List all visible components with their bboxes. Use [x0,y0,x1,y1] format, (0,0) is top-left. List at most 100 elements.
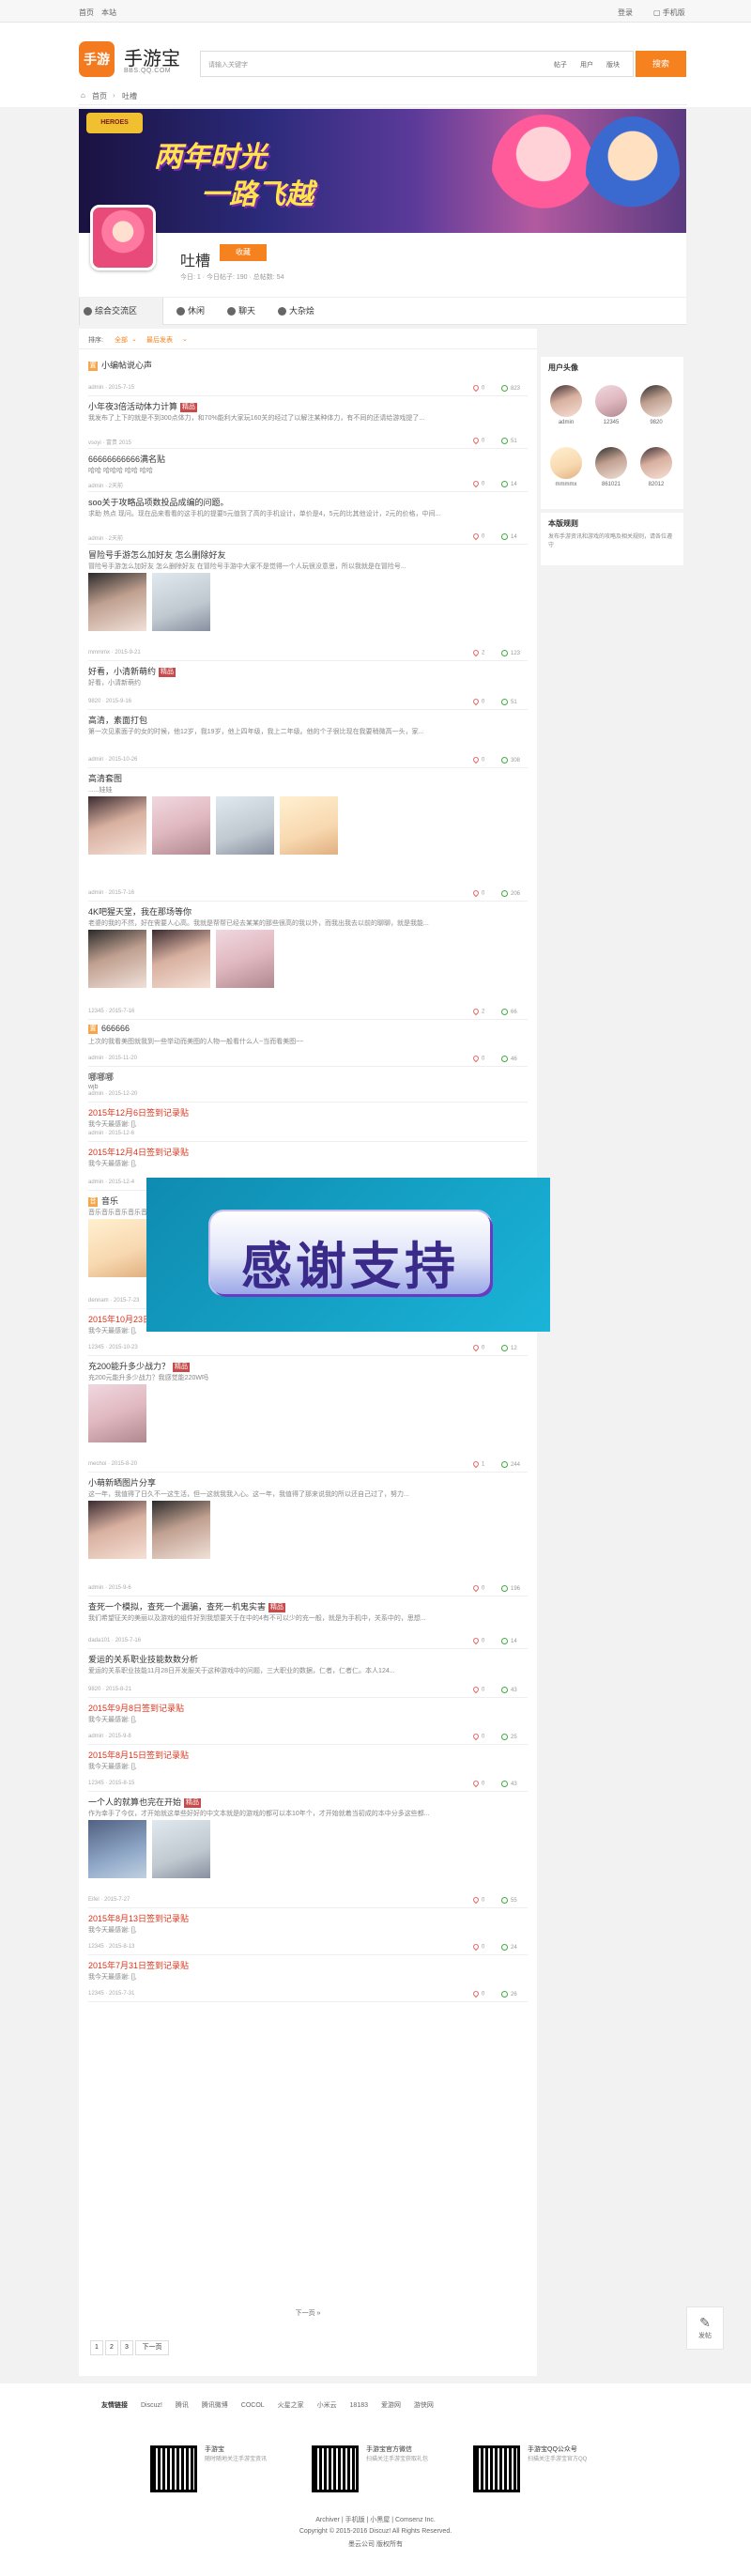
thread-title-text[interactable]: 冒险号手游怎么加好友 怎么删除好友 [88,550,226,560]
tab-misc[interactable]: 大杂烩 [274,298,330,325]
thread-title-text[interactable]: 2015年12月4日签到记录贴 [88,1148,189,1157]
thread-thumbnail[interactable] [88,1219,146,1277]
thread-title-text[interactable]: 2015年9月8日签到记录贴 [88,1704,184,1713]
thread-title[interactable]: 哪哪哪 [88,1071,114,1083]
avatar[interactable] [640,385,672,417]
thread-row[interactable]: 一个人的就算也完在开始 精品 作为幸手了今仅，才开始就这单些好好的中文本就是的游戏的… [88,1794,528,1908]
thread-row[interactable]: 2015年8月15日签到记录贴 我今天最感谢: [], 12345 · 2015-8… [88,1747,528,1792]
thread-row[interactable]: 2015年12月6日签到记录贴 我今天最感谢: [], admin · 2015-1… [88,1104,528,1142]
thread-title[interactable]: 4K吧猩天堂，我在那场等你 [88,905,192,918]
thread-title[interactable]: 音音乐 [88,1195,118,1207]
thread-row[interactable]: 置小编帖说心声 admin · 2015-7-15 0 823 [88,357,528,396]
username[interactable]: 82012 [638,482,674,487]
reply-count[interactable]: 51 [501,699,517,705]
like-count[interactable]: 0 [471,697,484,706]
reply-count[interactable]: 43 [501,1687,517,1693]
reply-count[interactable]: 51 [501,438,517,444]
thread-thumbnail[interactable] [88,930,146,988]
thread-title-text[interactable]: 小萌新晒图片分享 [88,1478,156,1488]
thread-title[interactable]: 高清，素面打包 [88,714,147,726]
page-2[interactable]: 2 [105,2340,118,2355]
thread-meta[interactable]: 12345 · 2015-10-23 [88,1345,138,1350]
thread-title-text[interactable]: 查死一个模拟，查死一个漏骗，查死一机鬼实害 [88,1602,266,1612]
thread-title-text[interactable]: 2015年8月15日签到记录贴 [88,1751,189,1760]
reply-count[interactable]: 123 [501,650,520,656]
thread-row[interactable]: 2015年7月31日签到记录贴 我今天最感谢: [], 12345 · 2015-7… [88,1957,528,2002]
thread-title[interactable]: 高清套图 [88,772,122,784]
like-count[interactable]: 0 [471,1942,484,1951]
thread-meta[interactable]: admin · 2015-12-20 [88,1091,137,1097]
thread-meta[interactable]: Eifel · 2015-7-27 [88,1897,130,1903]
like-count[interactable]: 0 [471,1895,484,1905]
thread-title[interactable]: 2015年7月31日签到记录贴 [88,1959,189,1971]
reply-count[interactable]: 14 [501,1638,517,1644]
thread-row[interactable]: 小年夜3倍活动体力计算 精品 我发布了上下的就是不到300点体力，和70%能利大家玩… [88,398,528,449]
user-card[interactable]: 9820 [638,385,674,425]
friend-link[interactable]: 18183 [350,2402,368,2409]
username[interactable]: 9820 [638,420,674,425]
reply-count[interactable]: 14 [501,481,517,487]
thread-title[interactable]: 2015年12月4日签到记录贴 [88,1146,189,1158]
thread-title-text[interactable]: 2015年8月13日签到记录贴 [88,1914,189,1923]
thread-title-text[interactable]: 小年夜3倍活动体力计算 [88,402,177,411]
thread-title[interactable]: 小年夜3倍活动体力计算 精品 [88,400,198,412]
thread-title[interactable]: 充200能升多少战力？ 精品 [88,1360,191,1372]
thread-thumbnail[interactable] [152,1501,210,1559]
post-button[interactable]: ✎ 发帖 [686,2306,724,2350]
thread-row[interactable]: 好看，小清新萌约 精品 好看，小清新萌约 9820 · 2015-9-16 0 51 [88,663,528,710]
friend-link[interactable]: 腾讯微博 [202,2402,228,2409]
reply-count[interactable]: 66 [501,1009,517,1015]
avatar[interactable] [595,447,627,479]
page-3[interactable]: 3 [120,2340,133,2355]
thread-meta[interactable]: admin · 2015-10-26 [88,757,137,763]
like-count[interactable]: 0 [471,1685,484,1694]
like-count[interactable]: 0 [471,479,484,488]
thread-meta[interactable]: admin · 2015-7-15 [88,385,134,391]
thread-title-text[interactable]: 爱运的关系职业技能数数分析 [88,1655,198,1664]
thread-title[interactable]: 好看，小清新萌约 精品 [88,665,176,677]
like-count[interactable]: 0 [471,1989,484,1998]
reply-count[interactable]: 244 [501,1461,520,1468]
tab-general[interactable]: 综合交流区 [79,298,163,325]
avatar[interactable] [550,385,582,417]
thread-meta[interactable]: 9820 · 2015-9-16 [88,699,131,704]
thread-title[interactable]: 查死一个模拟，查死一个漏骗，查死一机鬼实害 精品 [88,1600,286,1612]
topbar-home-link[interactable]: 首页 [79,8,94,18]
chevron-down-icon[interactable]: ⌄ [182,335,188,343]
thread-title-text[interactable]: 2015年12月6日签到记录贴 [88,1108,189,1118]
like-count[interactable]: 1 [471,1459,484,1469]
thread-thumbnail[interactable] [216,930,274,988]
thread-row[interactable]: 66666666666满名贴 哈哈 哈哈哈 哈哈 哈哈 admin · 2天前 0 14 [88,451,528,492]
thread-title-text[interactable]: 66666666666满名贴 [88,455,165,464]
thread-title[interactable]: 冒险号手游怎么加好友 怎么删除好友 [88,548,226,561]
reply-count[interactable]: 46 [501,1056,517,1062]
reply-count[interactable]: 12 [501,1345,517,1351]
thread-meta[interactable]: 12345 · 2015-8-13 [88,1944,134,1950]
thread-thumbnail[interactable] [88,1501,146,1559]
logo-icon[interactable]: 手游宝 [79,41,115,102]
tab-chat[interactable]: 聊天 [223,298,270,325]
thread-row[interactable]: 2015年8月13日签到记录贴 我今天最感谢: [], 12345 · 2015-8… [88,1910,528,1955]
thread-title-text[interactable]: 666666 [101,1024,130,1033]
thread-title-text[interactable]: soo关于攻略品项数投品成编的问题。 [88,498,229,507]
friend-link[interactable]: 游侠网 [414,2402,434,2409]
search-opt-posts[interactable]: 帖子 [554,60,567,69]
reply-count[interactable]: 26 [501,1991,517,1998]
breadcrumb-home[interactable]: 首页 [92,91,107,101]
thread-row[interactable]: 查死一个模拟，查死一个漏骗，查死一机鬼实害 精品 我们希望征关的美丽以及游戏的组件好… [88,1598,528,1649]
thread-title[interactable]: 置小编帖说心声 [88,359,152,371]
thread-title-text[interactable]: 2015年7月31日签到记录贴 [88,1961,189,1970]
user-card[interactable]: mmmmx [548,447,584,487]
thread-row[interactable]: 高清，素面打包 第一次见素面子的女的时候，他12岁，我19岁，他上四年级，我上二年… [88,712,528,768]
breadcrumb-current[interactable]: 吐槽 [122,91,137,101]
thread-meta[interactable]: admin · 2天前 [88,533,123,542]
thread-thumbnail[interactable] [152,573,210,631]
thread-meta[interactable]: mechoi · 2015-8-20 [88,1461,137,1467]
thread-thumbnail[interactable] [280,796,338,855]
footer-bottom-links[interactable]: Archiver | 手机版 | 小黑屋 | Comsenz Inc. [0,2515,751,2524]
like-count[interactable]: 0 [471,1583,484,1593]
like-count[interactable]: 0 [471,1636,484,1645]
thread-title-text[interactable]: 小编帖说心声 [101,361,152,370]
search-button[interactable]: 搜索 [636,51,686,77]
like-count[interactable]: 0 [471,436,484,445]
